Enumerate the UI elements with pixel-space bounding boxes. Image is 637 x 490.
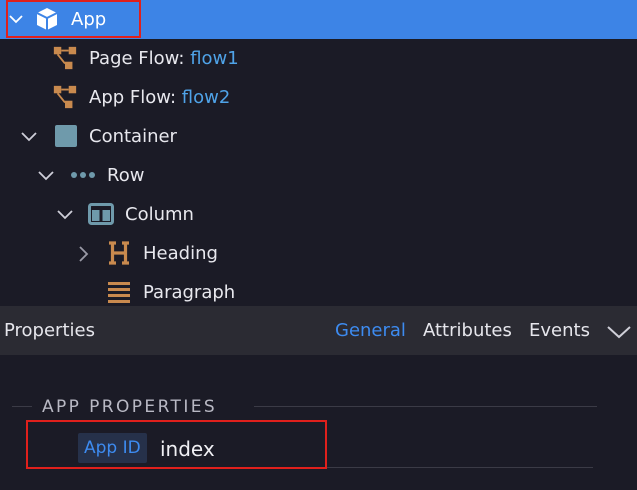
tree-item-heading[interactable]: Heading: [0, 234, 637, 273]
heading-icon: [106, 240, 132, 266]
tree-item-label: Row: [107, 165, 145, 186]
tree-item-page-flow[interactable]: Page Flow: flow1: [0, 39, 637, 78]
tab-events[interactable]: Events: [529, 320, 590, 341]
highlight-outline-app: [6, 0, 141, 38]
chevron-down-icon[interactable]: [606, 324, 632, 345]
chevron-right-icon[interactable]: [76, 245, 92, 262]
properties-title: Properties: [4, 320, 95, 341]
chevron-down-icon[interactable]: [37, 167, 54, 183]
tree-item-column[interactable]: Column: [0, 195, 637, 234]
paragraph-icon: [106, 279, 132, 305]
tree-item-label: Page Flow: flow1: [89, 48, 239, 70]
row-dots-icon: [70, 162, 96, 188]
flow-name: flow1: [190, 48, 239, 69]
tree-item-label: Paragraph: [143, 282, 236, 303]
chevron-down-icon[interactable]: [20, 128, 37, 144]
container-icon: [53, 123, 79, 149]
tree-item-label: Column: [125, 204, 194, 225]
flow-icon: [52, 84, 78, 110]
column-icon: [88, 201, 114, 227]
section-divider-left: [12, 406, 32, 407]
tab-attributes[interactable]: Attributes: [423, 320, 512, 341]
properties-header: Properties General Attributes Events: [0, 306, 637, 355]
tree-item-label: Heading: [143, 243, 218, 264]
flow-name: flow2: [181, 87, 231, 108]
section-title: APP PROPERTIES: [42, 397, 218, 417]
chevron-down-icon[interactable]: [56, 206, 73, 222]
tree-item-container[interactable]: Container: [0, 117, 637, 156]
tree-item-row[interactable]: Row: [0, 156, 637, 195]
tree-item-label: App Flow: flow2: [89, 87, 230, 109]
flow-label-prefix: Page Flow:: [89, 48, 191, 69]
section-divider-right: [254, 406, 597, 407]
app-window: App Page Flow: flow1 App Flow: flow2 Con…: [0, 0, 637, 490]
flow-icon: [52, 45, 78, 71]
flow-label-prefix: App Flow:: [89, 87, 182, 108]
tree-item-app-flow[interactable]: App Flow: flow2: [0, 78, 637, 117]
tree-item-label: Container: [89, 126, 177, 147]
highlight-outline-app-id: [26, 420, 327, 469]
tab-general[interactable]: General: [335, 320, 406, 341]
